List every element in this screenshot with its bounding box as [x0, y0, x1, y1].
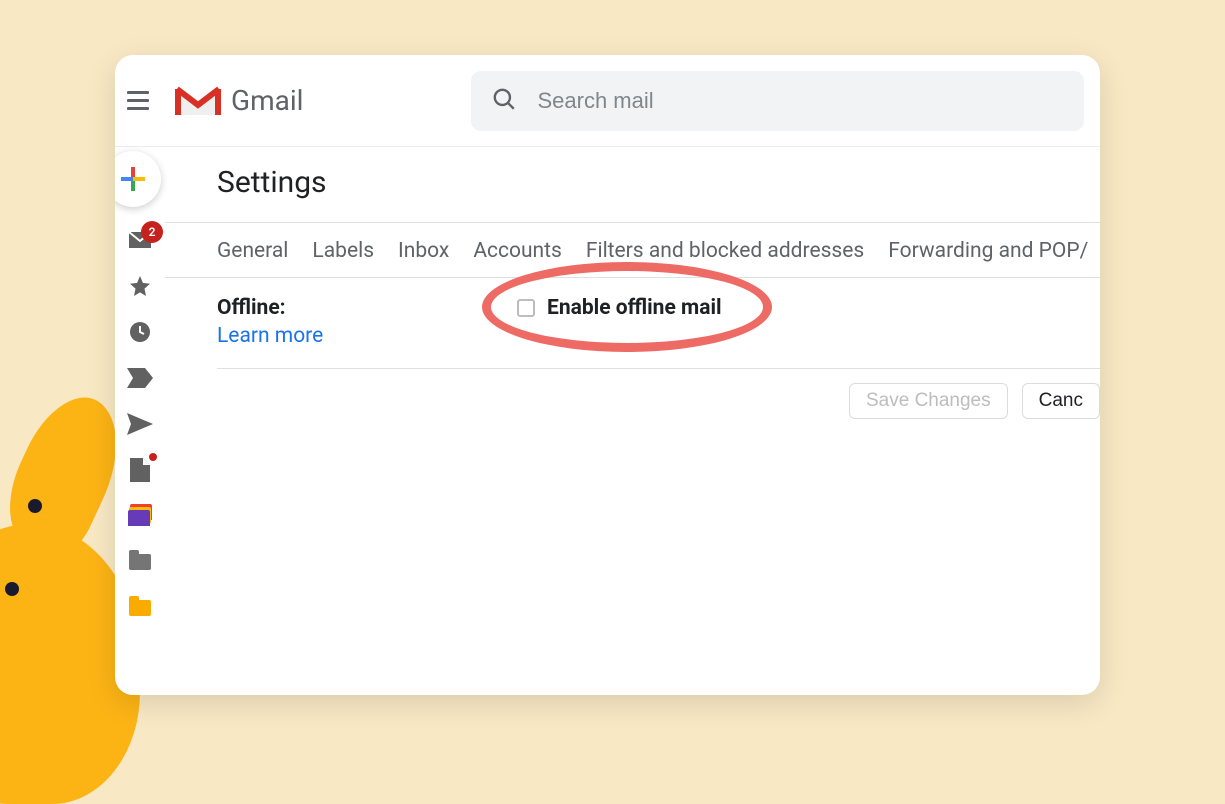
search-icon[interactable] [491, 86, 517, 116]
compose-button[interactable] [115, 151, 161, 207]
tab-forwarding[interactable]: Forwarding and POP/ [888, 239, 1088, 263]
star-icon [128, 274, 152, 298]
tab-accounts[interactable]: Accounts [473, 239, 562, 263]
settings-panel: Settings General Labels Inbox Accounts F… [165, 147, 1100, 695]
enable-offline-label: Enable offline mail [547, 296, 722, 320]
learn-more-link[interactable]: Learn more [217, 324, 517, 348]
search-bar[interactable] [471, 71, 1084, 131]
header: Gmail [115, 55, 1100, 147]
sidebar-item-important[interactable] [127, 365, 153, 391]
plus-icon [121, 167, 145, 191]
page-title: Settings [217, 165, 1100, 200]
sidebar-item-folder-1[interactable] [127, 549, 153, 575]
tab-filters[interactable]: Filters and blocked addresses [586, 239, 864, 263]
tab-inbox[interactable]: Inbox [398, 239, 449, 263]
sidebar-item-sent[interactable] [127, 411, 153, 437]
app-window: Gmail 2 [115, 55, 1100, 695]
action-buttons: Save Changes Canc [217, 369, 1100, 419]
tab-general[interactable]: General [217, 239, 288, 263]
cancel-button[interactable]: Canc [1022, 383, 1100, 419]
settings-tabs: General Labels Inbox Accounts Filters an… [217, 223, 1100, 277]
folder-icon [129, 600, 151, 616]
sidebar-item-inbox[interactable]: 2 [127, 227, 153, 253]
folder-icon [129, 554, 151, 570]
tab-labels[interactable]: Labels [312, 239, 374, 263]
folders-stacked-icon [128, 507, 152, 525]
sidebar-item-starred[interactable] [127, 273, 153, 299]
file-icon [130, 458, 150, 482]
label-icon [127, 368, 153, 388]
enable-offline-checkbox[interactable] [517, 299, 535, 317]
save-changes-button[interactable]: Save Changes [849, 383, 1008, 419]
content: 2 [115, 147, 1100, 695]
left-nav-rail: 2 [115, 147, 165, 695]
search-input[interactable] [537, 88, 1064, 114]
send-icon [127, 413, 153, 435]
gmail-m-icon [175, 83, 221, 119]
clock-icon [128, 320, 152, 344]
offline-label: Offline: [217, 296, 517, 320]
inbox-badge: 2 [141, 221, 163, 243]
app-name: Gmail [231, 84, 303, 117]
setting-offline: Offline: Learn more Enable offline mail [217, 278, 1100, 369]
sidebar-item-categories[interactable] [127, 503, 153, 529]
gmail-logo[interactable]: Gmail [175, 83, 303, 119]
menu-icon[interactable] [127, 87, 155, 115]
sidebar-item-drafts[interactable] [127, 457, 153, 483]
sidebar-item-snoozed[interactable] [127, 319, 153, 345]
sidebar-item-folder-2[interactable] [127, 595, 153, 621]
